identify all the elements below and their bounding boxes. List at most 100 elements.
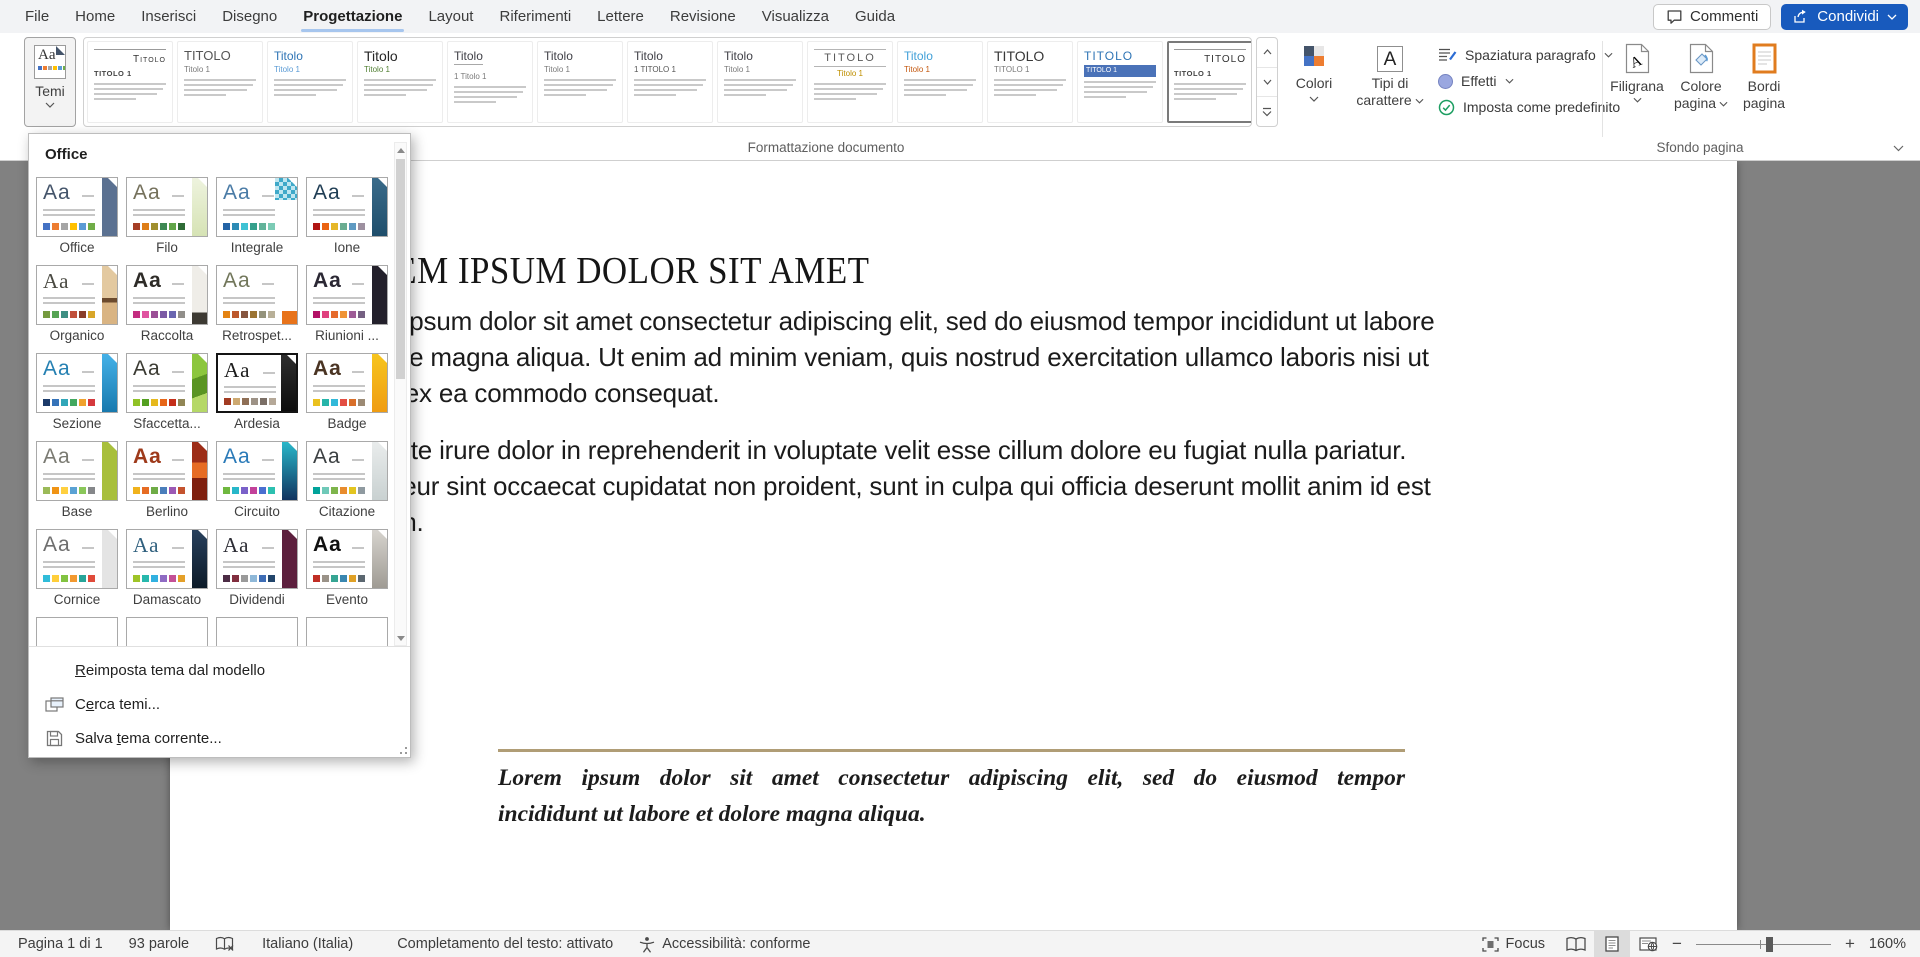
theme-card-office[interactable]: AaOffice — [36, 177, 118, 255]
theme-card-dividendi[interactable]: AaDividendi — [216, 529, 298, 607]
theme-card-sfaccetta[interactable]: AaSfaccetta... — [126, 353, 208, 431]
style-set-thumbnail-4[interactable]: TitoloTitolo 1 — [357, 41, 443, 123]
theme-color-swatches — [43, 399, 95, 406]
theme-card-partial[interactable] — [126, 617, 208, 646]
word-count-status[interactable]: 93 parole — [116, 931, 202, 957]
theme-card-sezione[interactable]: AaSezione — [36, 353, 118, 431]
gallery-scroll-down-button[interactable] — [1257, 68, 1277, 98]
theme-thumbnail — [216, 617, 298, 646]
accessibility-status[interactable]: Accessibilità: conforme — [626, 931, 823, 957]
theme-card-riunioni[interactable]: AaRiunioni ... — [306, 265, 388, 343]
theme-card-filo[interactable]: AaFilo — [126, 177, 208, 255]
tab-guida[interactable]: Guida — [842, 0, 908, 33]
zoom-in-button[interactable]: + — [1839, 934, 1861, 954]
theme-card-partial[interactable] — [216, 617, 298, 646]
theme-card-partial[interactable] — [306, 617, 388, 646]
theme-card-badge[interactable]: AaBadge — [306, 353, 388, 431]
tab-visualizza[interactable]: Visualizza — [749, 0, 842, 33]
share-button[interactable]: Condividi — [1781, 4, 1908, 30]
style-set-thumbnail-3[interactable]: TitoloTitolo 1 — [267, 41, 353, 123]
scroll-down-icon[interactable] — [395, 631, 406, 645]
style-set-thumbnail-5[interactable]: Titolo1 Titolo 1 — [447, 41, 533, 123]
tab-progettazione[interactable]: Progettazione — [290, 0, 415, 33]
style-set-thumbnail-2[interactable]: TITOLOTitolo 1 — [177, 41, 263, 123]
gallery-more-button[interactable] — [1257, 97, 1277, 126]
menu-item-reset-theme[interactable]: Reimposta tema dal modello — [29, 653, 410, 687]
share-chevron-icon[interactable] — [1887, 14, 1897, 20]
scroll-up-icon[interactable] — [395, 143, 406, 157]
watermark-button[interactable]: A Filigrana — [1608, 37, 1666, 127]
theme-card-cornice[interactable]: AaCornice — [36, 529, 118, 607]
share-label: Condividi — [1817, 8, 1879, 25]
tab-file[interactable]: File — [12, 0, 62, 33]
theme-name-label: Dividendi — [216, 592, 298, 607]
style-set-thumbnail-13[interactable]: TITOLOTITOLO 1 — [1167, 41, 1252, 123]
theme-card-partial[interactable] — [36, 617, 118, 646]
style-set-thumbnail-1[interactable]: TitoloTITOLO 1 — [87, 41, 173, 123]
style-set-thumbnail-7[interactable]: Titolo1 TITOLO 1 — [627, 41, 713, 123]
web-layout-button[interactable] — [1630, 931, 1666, 957]
page-color-button[interactable]: Colore pagina — [1670, 37, 1732, 127]
style-set-thumbnail-8[interactable]: TitoloTitolo 1 — [717, 41, 803, 123]
theme-card-citazione[interactable]: AaCitazione — [306, 441, 388, 519]
comments-button[interactable]: Commenti — [1653, 4, 1771, 30]
tab-riferimenti[interactable]: Riferimenti — [486, 0, 584, 33]
collapse-ribbon-icon[interactable] — [1893, 145, 1904, 152]
tab-layout[interactable]: Layout — [415, 0, 486, 33]
style-set-thumbnail-10[interactable]: TitoloTitolo 1 — [897, 41, 983, 123]
colors-button[interactable]: Colori — [1283, 37, 1345, 127]
zoom-level[interactable]: 160% — [1861, 936, 1920, 952]
tab-lettere[interactable]: Lettere — [584, 0, 657, 33]
tab-inserisci[interactable]: Inserisci — [128, 0, 209, 33]
read-mode-button[interactable] — [1558, 931, 1594, 957]
theme-card-berlino[interactable]: AaBerlino — [126, 441, 208, 519]
language-status[interactable]: Italiano (Italia) — [249, 931, 366, 957]
style-set-thumbnail-12[interactable]: TITOLOTITOLO 1 — [1077, 41, 1163, 123]
page-count-status[interactable]: Pagina 1 di 1 — [0, 931, 116, 957]
theme-thumbnail: Aa — [306, 177, 388, 237]
theme-card-damascato[interactable]: AaDamascato — [126, 529, 208, 607]
theme-name-label: Raccolta — [126, 328, 208, 343]
page-fold-icon — [108, 178, 117, 187]
zoom-slider-track[interactable] — [1696, 944, 1831, 945]
theme-color-swatches — [43, 575, 95, 582]
theme-card-organico[interactable]: AaOrganico — [36, 265, 118, 343]
theme-card-ione[interactable]: AaIone — [306, 177, 388, 255]
tab-home[interactable]: Home — [62, 0, 128, 33]
menu-item-save-current-theme[interactable]: Salva tema corrente... — [29, 721, 410, 755]
menu-item-browse-themes[interactable]: Cerca temi... — [29, 687, 410, 721]
theme-card-retrospet[interactable]: AaRetrospet... — [216, 265, 298, 343]
text-completion-status[interactable]: Completamento del testo: attivato — [384, 931, 626, 957]
theme-card-circuito[interactable]: AaCircuito — [216, 441, 298, 519]
theme-thumbnail: Aa — [306, 265, 388, 325]
scrollbar-thumb[interactable] — [396, 159, 405, 379]
theme-card-raccolta[interactable]: AaRaccolta — [126, 265, 208, 343]
themes-scrollbar[interactable] — [394, 142, 407, 646]
themes-button[interactable]: Aa Temi — [24, 37, 76, 127]
tab-disegno[interactable]: Disegno — [209, 0, 290, 33]
style-set-title: Titolo — [274, 49, 346, 63]
style-set-thumbnail-6[interactable]: TitoloTitolo 1 — [537, 41, 623, 123]
theme-color-swatches — [43, 311, 95, 318]
proofing-error-icon[interactable] — [202, 931, 249, 957]
resize-grip[interactable] — [397, 744, 407, 754]
theme-card-ardesia[interactable]: AaArdesia — [216, 353, 298, 431]
theme-card-integrale[interactable]: AaIntegrale — [216, 177, 298, 255]
style-set-thumbnail-11[interactable]: TITOLOTITOLO 1 — [987, 41, 1073, 123]
style-set-body-lines — [994, 79, 1066, 96]
tab-revisione[interactable]: Revisione — [657, 0, 749, 33]
theme-card-evento[interactable]: AaEvento — [306, 529, 388, 607]
style-set-thumbnail-9[interactable]: TITOLOTitolo 1 — [807, 41, 893, 123]
theme-card-base[interactable]: AaBase — [36, 441, 118, 519]
fonts-button[interactable]: A Tipi di carattere — [1352, 37, 1428, 127]
focus-mode-button[interactable]: Focus — [1469, 931, 1559, 957]
zoom-slider-thumb[interactable] — [1766, 937, 1773, 952]
theme-name-label: Filo — [126, 240, 208, 255]
style-set-body-lines — [1174, 83, 1246, 100]
zoom-slider[interactable] — [1696, 931, 1831, 957]
theme-name-label: Citazione — [306, 504, 388, 519]
zoom-out-button[interactable]: − — [1666, 934, 1688, 954]
page-borders-button[interactable]: Bordi pagina — [1736, 37, 1792, 127]
gallery-scroll-up-button[interactable] — [1257, 38, 1277, 68]
print-layout-button[interactable] — [1594, 931, 1630, 957]
